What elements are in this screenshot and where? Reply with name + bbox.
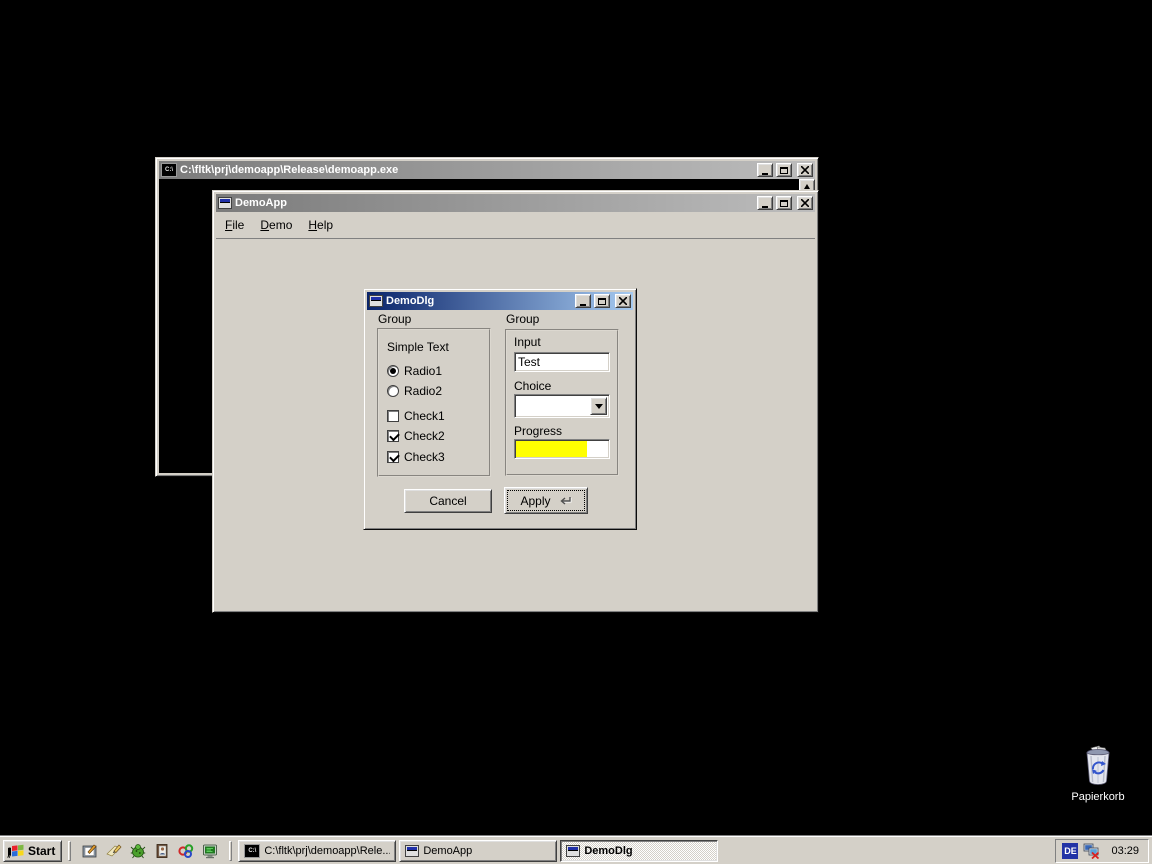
demoapp-maximize-button[interactable] <box>776 196 792 210</box>
return-key-icon <box>557 495 572 506</box>
pen-writer-icon[interactable] <box>106 843 122 859</box>
close-icon <box>801 199 809 207</box>
simple-text-label: Simple Text <box>387 340 449 354</box>
menu-file[interactable]: File <box>222 215 247 235</box>
radio-option-1[interactable]: Radio1 <box>387 363 442 379</box>
demoapp-close-button[interactable] <box>797 196 813 210</box>
progress-fill <box>516 441 587 457</box>
right-group-label: Group <box>506 312 539 326</box>
check-option-1[interactable]: Check1 <box>387 408 445 424</box>
checkbox-indicator[interactable] <box>387 430 399 442</box>
radio-indicator[interactable] <box>387 365 399 377</box>
network-offline-icon[interactable] <box>1083 842 1100 859</box>
show-desktop-icon[interactable] <box>82 843 98 859</box>
quick-launch-bar <box>77 843 223 859</box>
console-icon: C:\ <box>244 844 260 858</box>
windows-flag-icon <box>7 843 25 859</box>
taskbar-task[interactable]: DemoApp <box>399 840 557 862</box>
console-maximize-button[interactable] <box>776 163 792 177</box>
scroll-up-icon <box>804 184 810 189</box>
close-icon <box>801 166 809 174</box>
ribbon-logo-icon[interactable] <box>178 843 194 859</box>
system-tray: DE 03:29 <box>1055 839 1149 863</box>
progress-bar <box>514 439 610 459</box>
demodlg-maximize-button[interactable] <box>594 294 610 308</box>
radio-label: Radio1 <box>404 364 442 378</box>
right-groupbox: Input Test Choice Progress <box>505 329 619 476</box>
input-label: Input <box>514 335 541 349</box>
toolbar-grip[interactable] <box>229 841 232 861</box>
console-title: C:\fltk\prj\demoapp\Release\demoapp.exe <box>180 161 754 179</box>
bug-icon[interactable] <box>130 843 146 859</box>
clock: 03:29 <box>1105 845 1139 857</box>
window-icon <box>369 295 383 307</box>
console-minimize-button[interactable] <box>757 163 773 177</box>
demodlg-window[interactable]: DemoDlg Group Simple Text Radio1 Radio2 … <box>363 288 637 530</box>
left-group-label: Group <box>378 312 411 326</box>
terminal-monitor-icon[interactable] <box>202 843 218 859</box>
maximize-icon <box>780 200 788 207</box>
demodlg-close-button[interactable] <box>615 294 631 308</box>
window-icon <box>218 197 232 209</box>
checkbox-indicator[interactable] <box>387 451 399 463</box>
window-icon <box>405 845 419 857</box>
check-option-2[interactable]: Check2 <box>387 428 445 444</box>
recycle-bin-icon <box>1079 745 1117 785</box>
checkbox-label: Check3 <box>404 450 445 464</box>
demoapp-minimize-button[interactable] <box>757 196 773 210</box>
console-titlebar[interactable]: C:\ C:\fltk\prj\demoapp\Release\demoapp.… <box>159 161 815 179</box>
check-option-3[interactable]: Check3 <box>387 449 445 465</box>
dropdown-arrow-button[interactable] <box>590 397 607 415</box>
taskbar: Start C:\ C:\fltk\prj\demoapp\Rele... De… <box>0 836 1152 864</box>
choice-label: Choice <box>514 379 551 393</box>
demodlg-title: DemoDlg <box>386 292 572 310</box>
toolbar-grip[interactable] <box>68 841 71 861</box>
window-icon <box>566 845 580 857</box>
demoapp-title: DemoApp <box>235 194 754 212</box>
keyboard-language-indicator[interactable]: DE <box>1062 843 1078 859</box>
demodlg-titlebar[interactable]: DemoDlg <box>367 292 633 310</box>
console-close-button[interactable] <box>797 163 813 177</box>
demoapp-menubar: File Demo Help <box>216 212 815 239</box>
minimize-icon <box>762 206 768 208</box>
address-book-icon[interactable] <box>154 843 170 859</box>
recycle-bin[interactable]: Papierkorb <box>1043 745 1152 803</box>
choice-dropdown[interactable] <box>514 394 610 418</box>
minimize-icon <box>580 304 586 306</box>
left-groupbox: Simple Text Radio1 Radio2 Check1 Check2 … <box>377 328 491 477</box>
recycle-bin-label: Papierkorb <box>1043 791 1152 803</box>
taskbar-task[interactable]: DemoDlg <box>560 840 718 862</box>
radio-option-2[interactable]: Radio2 <box>387 383 442 399</box>
cancel-button[interactable]: Cancel <box>404 489 492 513</box>
progress-label: Progress <box>514 424 562 438</box>
checkbox-indicator[interactable] <box>387 410 399 422</box>
minimize-icon <box>762 173 768 175</box>
checkbox-label: Check2 <box>404 429 445 443</box>
checkbox-label: Check1 <box>404 409 445 423</box>
input-field[interactable]: Test <box>514 352 610 372</box>
demodlg-minimize-button[interactable] <box>575 294 591 308</box>
start-button[interactable]: Start <box>3 840 62 862</box>
radio-indicator[interactable] <box>387 385 399 397</box>
taskbar-task[interactable]: C:\ C:\fltk\prj\demoapp\Rele... <box>238 840 396 862</box>
demodlg-content: Group Simple Text Radio1 Radio2 Check1 C… <box>367 310 633 526</box>
demoapp-titlebar[interactable]: DemoApp <box>216 194 815 212</box>
maximize-icon <box>780 167 788 174</box>
menu-demo[interactable]: Demo <box>257 215 295 235</box>
maximize-icon <box>598 298 606 305</box>
apply-button[interactable]: Apply <box>504 487 588 514</box>
close-icon <box>619 297 627 305</box>
console-icon: C:\ <box>161 163 177 177</box>
radio-label: Radio2 <box>404 384 442 398</box>
chevron-down-icon <box>595 404 603 409</box>
menu-help[interactable]: Help <box>305 215 336 235</box>
